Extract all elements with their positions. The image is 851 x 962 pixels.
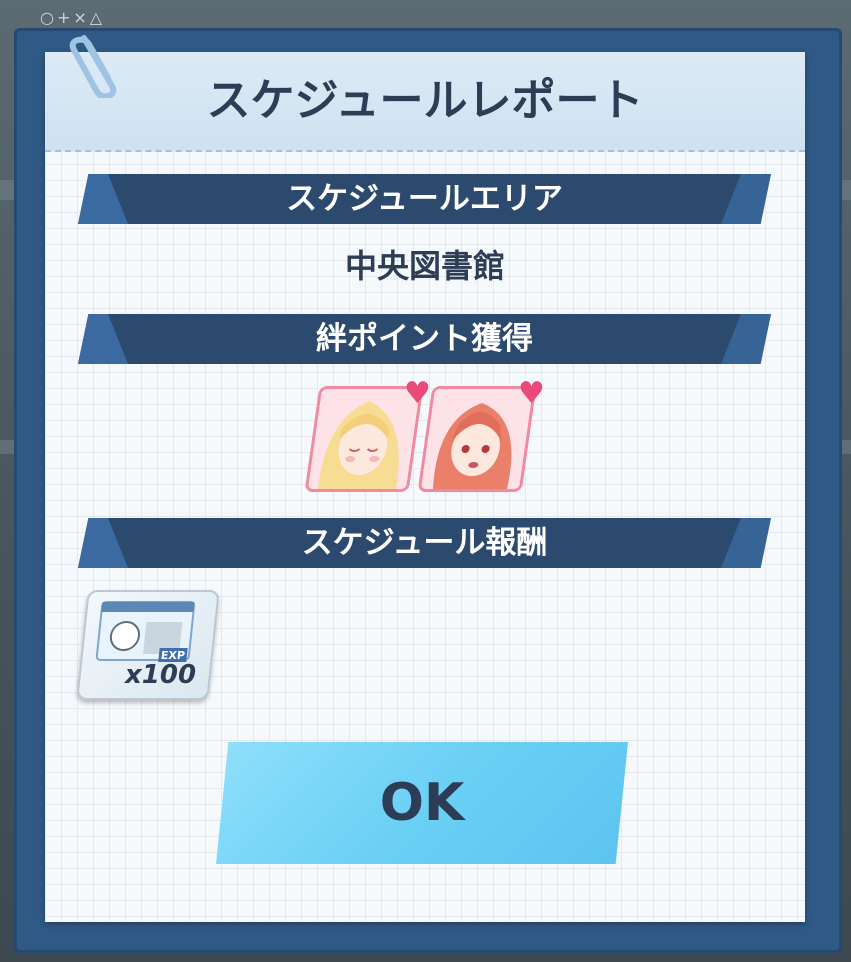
heart-icon: ♥ — [518, 376, 545, 411]
ok-button-label: OK — [379, 773, 465, 833]
background-deco-symbols: ○+×△ — [40, 8, 106, 27]
dialog-header: スケジュールレポート — [45, 52, 805, 152]
section-label-area: スケジュールエリア — [286, 181, 563, 217]
dialog-title: スケジュールレポート — [206, 75, 644, 126]
section-label-reward: スケジュール報酬 — [301, 525, 548, 561]
ok-button[interactable]: OK — [216, 742, 628, 864]
section-bar-bond: 絆ポイント獲得 — [78, 314, 771, 364]
section-label-bond: 絆ポイント獲得 — [316, 321, 533, 357]
section-bar-area: スケジュールエリア — [78, 174, 771, 224]
heart-icon: ♥ — [404, 376, 431, 411]
section-bar-reward: スケジュール報酬 — [78, 518, 771, 568]
paperclip-icon — [69, 35, 117, 98]
schedule-area-name: 中央図書館 — [344, 247, 505, 285]
reward-count: x100 — [125, 660, 197, 690]
redhead-student-portrait — [420, 389, 534, 489]
